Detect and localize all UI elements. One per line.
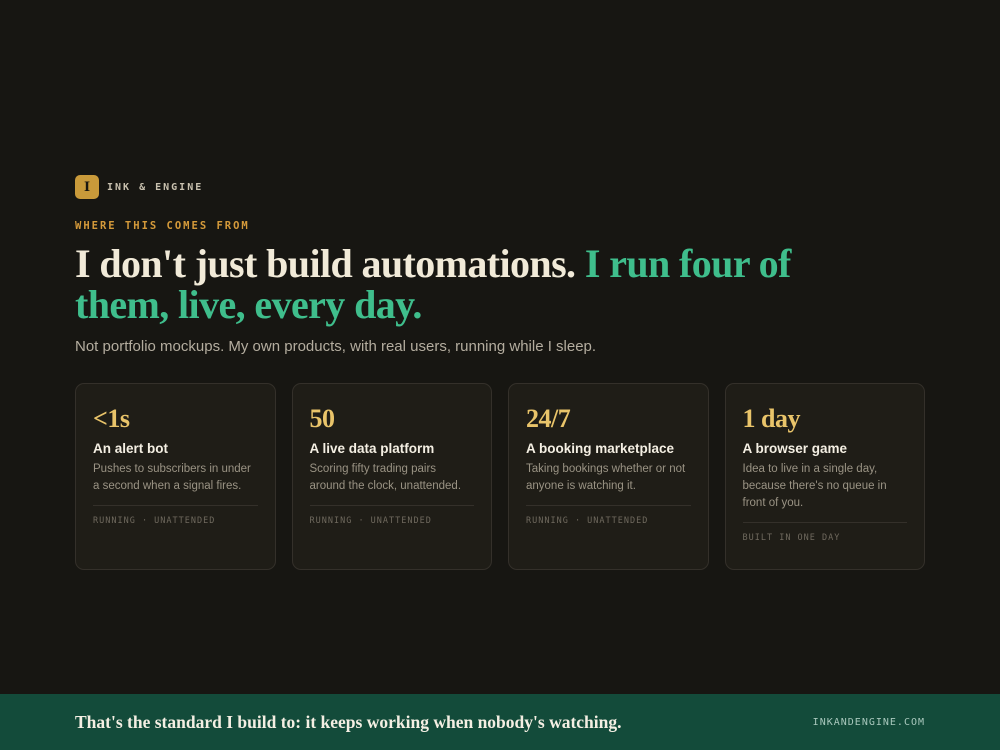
- card-divider: [93, 505, 258, 506]
- card-status: RUNNING · UNATTENDED: [93, 516, 216, 526]
- card-divider: [309, 505, 474, 506]
- card-description: Pushes to subscribers in under a second …: [93, 463, 251, 492]
- card-status: RUNNING · UNATTENDED: [309, 516, 432, 526]
- card-title: A browser game: [742, 441, 848, 456]
- card-divider: [742, 522, 907, 523]
- footer-banner: That's the standard I build to: it keeps…: [0, 694, 1000, 750]
- headline-main: I don't just build automations.: [75, 241, 585, 286]
- card-description: Scoring fifty trading pairs around the c…: [309, 463, 462, 492]
- card-divider: [526, 505, 691, 506]
- eyebrow-label: WHERE THIS COMES FROM: [75, 220, 250, 232]
- footer-website-link[interactable]: INKANDENGINE.COM: [813, 717, 925, 728]
- brand-name: INK & ENGINE: [107, 181, 204, 193]
- card-stat: <1s: [93, 404, 130, 433]
- card-title: A booking marketplace: [526, 441, 675, 456]
- hero-section: I INK & ENGINE WHERE THIS COMES FROM I d…: [75, 175, 925, 570]
- page-headline: I don't just build automations. I run fo…: [75, 243, 835, 325]
- card-title: A live data platform: [309, 441, 435, 456]
- card-status: BUILT IN ONE DAY: [742, 533, 841, 543]
- product-card-data-platform: 50 A live data platform Scoring fifty tr…: [291, 383, 492, 570]
- footer-tagline: That's the standard I build to: it keeps…: [75, 711, 622, 732]
- product-cards: <1s An alert bot Pushes to subscribers i…: [75, 383, 925, 570]
- card-description: Taking bookings whether or not anyone is…: [526, 463, 686, 492]
- page-subtitle: Not portfolio mockups. My own products, …: [75, 338, 597, 355]
- card-stat: 24/7: [526, 404, 571, 433]
- card-stat: 1 day: [742, 404, 801, 433]
- product-card-browser-game: 1 day A browser game Idea to live in a s…: [724, 383, 925, 570]
- product-card-alert-bot: <1s An alert bot Pushes to subscribers i…: [75, 383, 276, 570]
- product-card-booking-marketplace: 24/7 A booking marketplace Taking bookin…: [508, 383, 709, 570]
- brand: I INK & ENGINE: [75, 175, 925, 199]
- card-description: Idea to live in a single day, because th…: [742, 463, 887, 509]
- brand-logo-badge: I: [75, 175, 99, 199]
- card-stat: 50: [309, 404, 335, 433]
- card-title: An alert bot: [93, 441, 169, 456]
- card-status: RUNNING · UNATTENDED: [526, 516, 649, 526]
